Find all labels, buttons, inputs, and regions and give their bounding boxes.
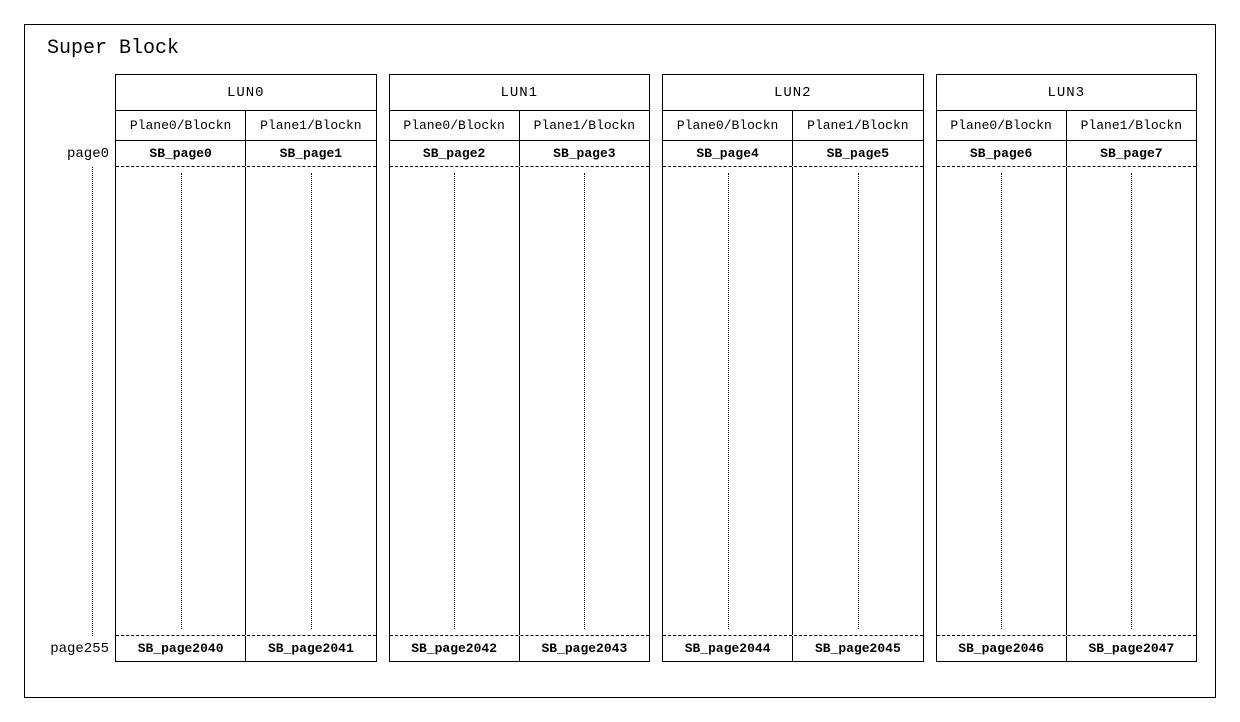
plane-header: Plane0/Blockn xyxy=(116,111,246,140)
sb-page-cell: SB_page2047 xyxy=(1067,636,1196,661)
sb-page-cell: SB_page3 xyxy=(520,141,649,166)
vertical-dots-icon xyxy=(181,173,182,629)
page-row-last: SB_page2046 SB_page2047 xyxy=(937,635,1197,661)
page-row-first: SB_page4 SB_page5 xyxy=(663,141,923,167)
page-row-first: SB_page2 SB_page3 xyxy=(390,141,650,167)
vertical-dots-icon xyxy=(858,173,859,629)
sb-page-cell: SB_page2045 xyxy=(793,636,922,661)
row-label-ellipsis xyxy=(43,167,115,636)
page-row-ellipsis xyxy=(390,167,650,635)
page-row-first: SB_page6 SB_page7 xyxy=(937,141,1197,167)
lun-1: LUN1 Plane0/Blockn Plane1/Blockn SB_page… xyxy=(389,74,651,662)
lun-container: LUN0 Plane0/Blockn Plane1/Blockn SB_page… xyxy=(115,74,1197,662)
plane-headers: Plane0/Blockn Plane1/Blockn xyxy=(390,111,650,141)
vertical-dots-icon xyxy=(92,167,93,636)
plane-header: Plane0/Blockn xyxy=(937,111,1067,140)
sb-page-cell: SB_page5 xyxy=(793,141,922,166)
diagram-title: Super Block xyxy=(47,37,1197,60)
sb-page-cell: SB_page2041 xyxy=(246,636,375,661)
lun-2: LUN2 Plane0/Blockn Plane1/Blockn SB_page… xyxy=(662,74,924,662)
lun-header: LUN1 xyxy=(390,75,650,111)
plane-header: Plane1/Blockn xyxy=(246,111,375,140)
row-label-last: page255 xyxy=(43,636,115,662)
sb-page-cell: SB_page2 xyxy=(390,141,520,166)
page-row-ellipsis xyxy=(116,167,376,635)
plane-header: Plane0/Blockn xyxy=(663,111,793,140)
diagram-content: page0 page255 LUN0 Plane0/Blockn Plane1/… xyxy=(43,74,1197,662)
lun-0: LUN0 Plane0/Blockn Plane1/Blockn SB_page… xyxy=(115,74,377,662)
page-row-last: SB_page2040 SB_page2041 xyxy=(116,635,376,661)
sb-page-cell: SB_page2043 xyxy=(520,636,649,661)
page-row-first: SB_page0 SB_page1 xyxy=(116,141,376,167)
page-row-last: SB_page2044 SB_page2045 xyxy=(663,635,923,661)
vertical-dots-icon xyxy=(1001,173,1002,629)
sb-page-cell: SB_page7 xyxy=(1067,141,1196,166)
sb-page-cell: SB_page1 xyxy=(246,141,375,166)
lun-header: LUN2 xyxy=(663,75,923,111)
plane-header: Plane1/Blockn xyxy=(793,111,922,140)
plane-headers: Plane0/Blockn Plane1/Blockn xyxy=(116,111,376,141)
vertical-dots-icon xyxy=(728,173,729,629)
sb-page-cell: SB_page2046 xyxy=(937,636,1067,661)
super-block-frame: Super Block page0 page255 LUN0 Plane0/Bl… xyxy=(24,24,1216,698)
sb-page-cell: SB_page2042 xyxy=(390,636,520,661)
plane-header: Plane0/Blockn xyxy=(390,111,520,140)
plane-headers: Plane0/Blockn Plane1/Blockn xyxy=(937,111,1197,141)
sb-page-cell: SB_page0 xyxy=(116,141,246,166)
sb-page-cell: SB_page4 xyxy=(663,141,793,166)
plane-header: Plane1/Blockn xyxy=(1067,111,1196,140)
sb-page-cell: SB_page2040 xyxy=(116,636,246,661)
sb-page-cell: SB_page6 xyxy=(937,141,1067,166)
page-row-ellipsis xyxy=(663,167,923,635)
vertical-dots-icon xyxy=(311,173,312,629)
page-row-ellipsis xyxy=(937,167,1197,635)
row-label-first: page0 xyxy=(43,141,115,167)
plane-header: Plane1/Blockn xyxy=(520,111,649,140)
row-labels: page0 page255 xyxy=(43,74,115,662)
sb-page-cell: SB_page2044 xyxy=(663,636,793,661)
page-row-last: SB_page2042 SB_page2043 xyxy=(390,635,650,661)
lun-header: LUN3 xyxy=(937,75,1197,111)
vertical-dots-icon xyxy=(454,173,455,629)
plane-headers: Plane0/Blockn Plane1/Blockn xyxy=(663,111,923,141)
lun-3: LUN3 Plane0/Blockn Plane1/Blockn SB_page… xyxy=(936,74,1198,662)
lun-header: LUN0 xyxy=(116,75,376,111)
vertical-dots-icon xyxy=(1131,173,1132,629)
vertical-dots-icon xyxy=(584,173,585,629)
